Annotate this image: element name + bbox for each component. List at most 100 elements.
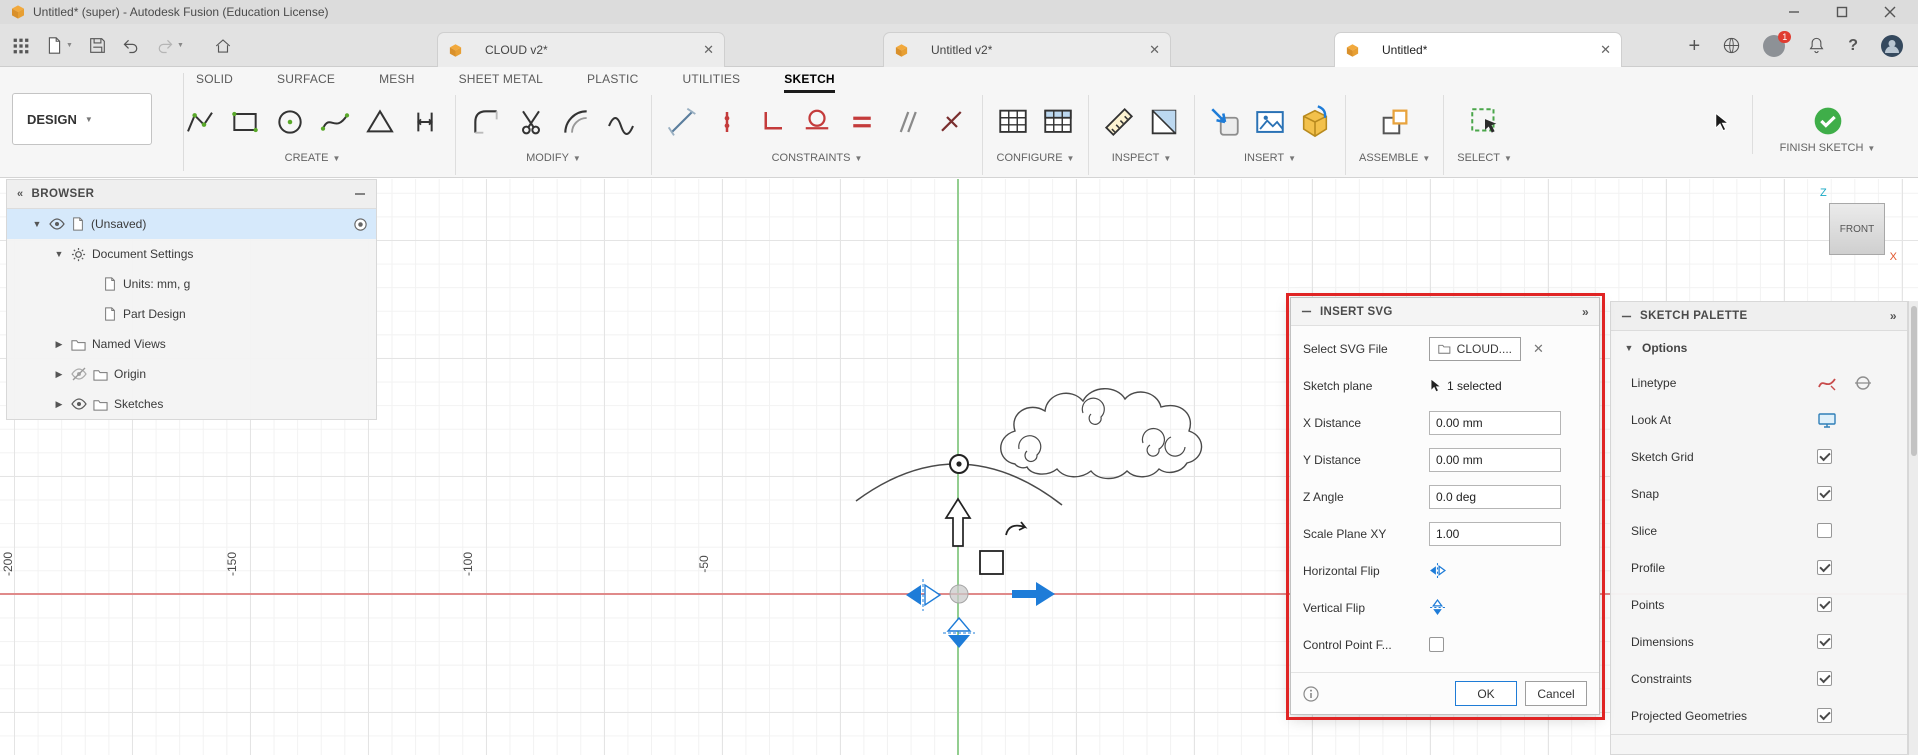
constraints-checkbox[interactable] bbox=[1817, 671, 1832, 686]
sketch-dimension-tool[interactable] bbox=[665, 105, 699, 139]
snap-checkbox[interactable] bbox=[1817, 486, 1832, 501]
ribbon-tab-plastic[interactable]: PLASTIC bbox=[587, 67, 638, 93]
tangent-constraint-tool[interactable] bbox=[800, 105, 834, 139]
web-globe-icon[interactable] bbox=[1722, 36, 1741, 55]
measure-tool[interactable] bbox=[1102, 105, 1136, 139]
file-menu-caret-icon[interactable]: ▼ bbox=[66, 42, 73, 49]
line-tool[interactable] bbox=[183, 105, 217, 139]
new-component-tool[interactable] bbox=[1378, 105, 1412, 139]
palette-expand-icon[interactable]: » bbox=[1890, 310, 1897, 322]
construction-linetype-icon[interactable] bbox=[1817, 373, 1837, 393]
document-tab-untitled-v2[interactable]: Untitled v2* ✕ bbox=[883, 32, 1171, 67]
group-select-label[interactable]: SELECT bbox=[1457, 152, 1500, 164]
view-cube-front-face[interactable]: FRONT bbox=[1829, 203, 1885, 255]
close-tab-icon[interactable]: ✕ bbox=[1600, 42, 1611, 58]
select-tool[interactable] bbox=[1468, 105, 1502, 139]
document-tab-cloud-v2[interactable]: CLOUD v2* ✕ bbox=[437, 32, 725, 67]
new-tab-plus-icon[interactable]: + bbox=[1689, 36, 1701, 56]
file-menu-icon[interactable] bbox=[46, 37, 63, 54]
close-tab-icon[interactable]: ✕ bbox=[703, 42, 714, 58]
notifications-bell-icon[interactable] bbox=[1807, 36, 1826, 55]
z-angle-input[interactable] bbox=[1429, 484, 1561, 509]
sketch-plane-selection[interactable]: 1 selected bbox=[1429, 379, 1502, 393]
projected-geometries-checkbox[interactable] bbox=[1817, 708, 1832, 723]
info-icon[interactable] bbox=[1303, 685, 1319, 702]
browser-item-unsaved[interactable]: ▼ (Unsaved) bbox=[7, 209, 376, 239]
equal-constraint-tool[interactable] bbox=[845, 105, 879, 139]
home-icon[interactable] bbox=[214, 37, 232, 55]
rectangle-tool[interactable] bbox=[228, 105, 262, 139]
minimize-panel-icon[interactable] bbox=[354, 188, 366, 200]
minimize-icon[interactable] bbox=[1788, 6, 1800, 18]
clear-file-icon[interactable]: ✕ bbox=[1533, 341, 1544, 357]
cancel-button[interactable]: Cancel bbox=[1525, 681, 1587, 706]
ribbon-tab-sheet-metal[interactable]: SHEET METAL bbox=[459, 67, 543, 93]
browser-item-sketches[interactable]: ▶ Sketches bbox=[7, 389, 376, 419]
vertical-flip-icon[interactable] bbox=[1429, 599, 1446, 616]
job-status-icon[interactable]: 1 bbox=[1763, 30, 1792, 57]
polygon-tool[interactable] bbox=[363, 105, 397, 139]
trim-tool[interactable] bbox=[514, 105, 548, 139]
configure-table-tool[interactable] bbox=[996, 105, 1030, 139]
offset-tool[interactable] bbox=[559, 105, 593, 139]
collapse-palette-icon[interactable] bbox=[1621, 311, 1632, 322]
section-analysis-tool[interactable] bbox=[1147, 105, 1181, 139]
insert-derive-tool[interactable] bbox=[1208, 105, 1242, 139]
insert-decal-tool[interactable] bbox=[1298, 105, 1332, 139]
collapsed-caret-icon[interactable]: ▶ bbox=[53, 369, 65, 380]
insert-image-tool[interactable] bbox=[1253, 105, 1287, 139]
ribbon-tab-utilities[interactable]: UTILITIES bbox=[682, 67, 740, 93]
fillet-tool[interactable] bbox=[469, 105, 503, 139]
visibility-eye-icon[interactable] bbox=[49, 216, 65, 232]
group-inspect-label[interactable]: INSPECT bbox=[1112, 152, 1160, 164]
ok-button[interactable]: OK bbox=[1455, 681, 1517, 706]
horizontal-flip-icon[interactable] bbox=[1429, 562, 1446, 579]
app-grid-icon[interactable] bbox=[12, 37, 30, 55]
sketch-grid-checkbox[interactable] bbox=[1817, 449, 1832, 464]
redo-caret-icon[interactable]: ▼ bbox=[177, 42, 184, 49]
look-at-icon[interactable] bbox=[1817, 410, 1837, 430]
collapse-dialog-icon[interactable] bbox=[1301, 306, 1312, 317]
scale-plane-input[interactable] bbox=[1429, 521, 1561, 546]
spline-tool[interactable] bbox=[318, 105, 352, 139]
dimensions-checkbox[interactable] bbox=[1817, 634, 1832, 649]
scrollbar-thumb[interactable] bbox=[1911, 306, 1917, 456]
collapsed-caret-icon[interactable]: ▶ bbox=[53, 339, 65, 350]
slice-checkbox[interactable] bbox=[1817, 523, 1832, 538]
visibility-off-eye-icon[interactable] bbox=[71, 366, 87, 382]
circle-tool[interactable] bbox=[273, 105, 307, 139]
browser-item-part-design[interactable]: Part Design bbox=[7, 299, 376, 329]
ribbon-tab-solid[interactable]: SOLID bbox=[196, 67, 233, 93]
collapsed-caret-icon[interactable]: ▶ bbox=[53, 399, 65, 410]
points-checkbox[interactable] bbox=[1817, 597, 1832, 612]
slot-tool[interactable] bbox=[408, 105, 442, 139]
close-window-icon[interactable] bbox=[1884, 6, 1896, 18]
group-assemble-label[interactable]: ASSEMBLE bbox=[1359, 152, 1418, 164]
perpendicular-constraint-tool[interactable] bbox=[935, 105, 969, 139]
configuration-table-tool[interactable] bbox=[1041, 105, 1075, 139]
browser-item-origin[interactable]: ▶ Origin bbox=[7, 359, 376, 389]
browser-item-named-views[interactable]: ▶ Named Views bbox=[7, 329, 376, 359]
profile-checkbox[interactable] bbox=[1817, 560, 1832, 575]
browser-item-units[interactable]: Units: mm, g bbox=[7, 269, 376, 299]
user-avatar[interactable] bbox=[1880, 34, 1904, 58]
group-configure-label[interactable]: CONFIGURE bbox=[997, 152, 1063, 164]
centerline-linetype-icon[interactable] bbox=[1853, 373, 1873, 393]
save-icon[interactable] bbox=[89, 37, 106, 54]
group-create-label[interactable]: CREATE bbox=[285, 152, 329, 164]
collapse-panel-icon[interactable]: « bbox=[17, 188, 24, 200]
control-point-checkbox[interactable] bbox=[1429, 637, 1444, 652]
browser-item-document-settings[interactable]: ▼ Document Settings bbox=[7, 239, 376, 269]
document-tab-untitled[interactable]: Untitled* ✕ bbox=[1334, 32, 1622, 67]
ribbon-tab-surface[interactable]: SURFACE bbox=[277, 67, 335, 93]
expand-caret-icon[interactable]: ▼ bbox=[31, 219, 43, 229]
finish-sketch-button[interactable]: FINISH SKETCH ▼ bbox=[1752, 95, 1902, 154]
y-distance-input[interactable] bbox=[1429, 447, 1561, 472]
maximize-icon[interactable] bbox=[1836, 6, 1848, 18]
edit-spline-tool[interactable] bbox=[604, 105, 638, 139]
view-cube[interactable]: FRONT Z X bbox=[1820, 187, 1897, 263]
group-modify-label[interactable]: MODIFY bbox=[526, 152, 569, 164]
coincident-constraint-tool[interactable] bbox=[710, 105, 744, 139]
visibility-eye-icon[interactable] bbox=[71, 396, 87, 412]
help-icon[interactable]: ? bbox=[1848, 37, 1858, 54]
